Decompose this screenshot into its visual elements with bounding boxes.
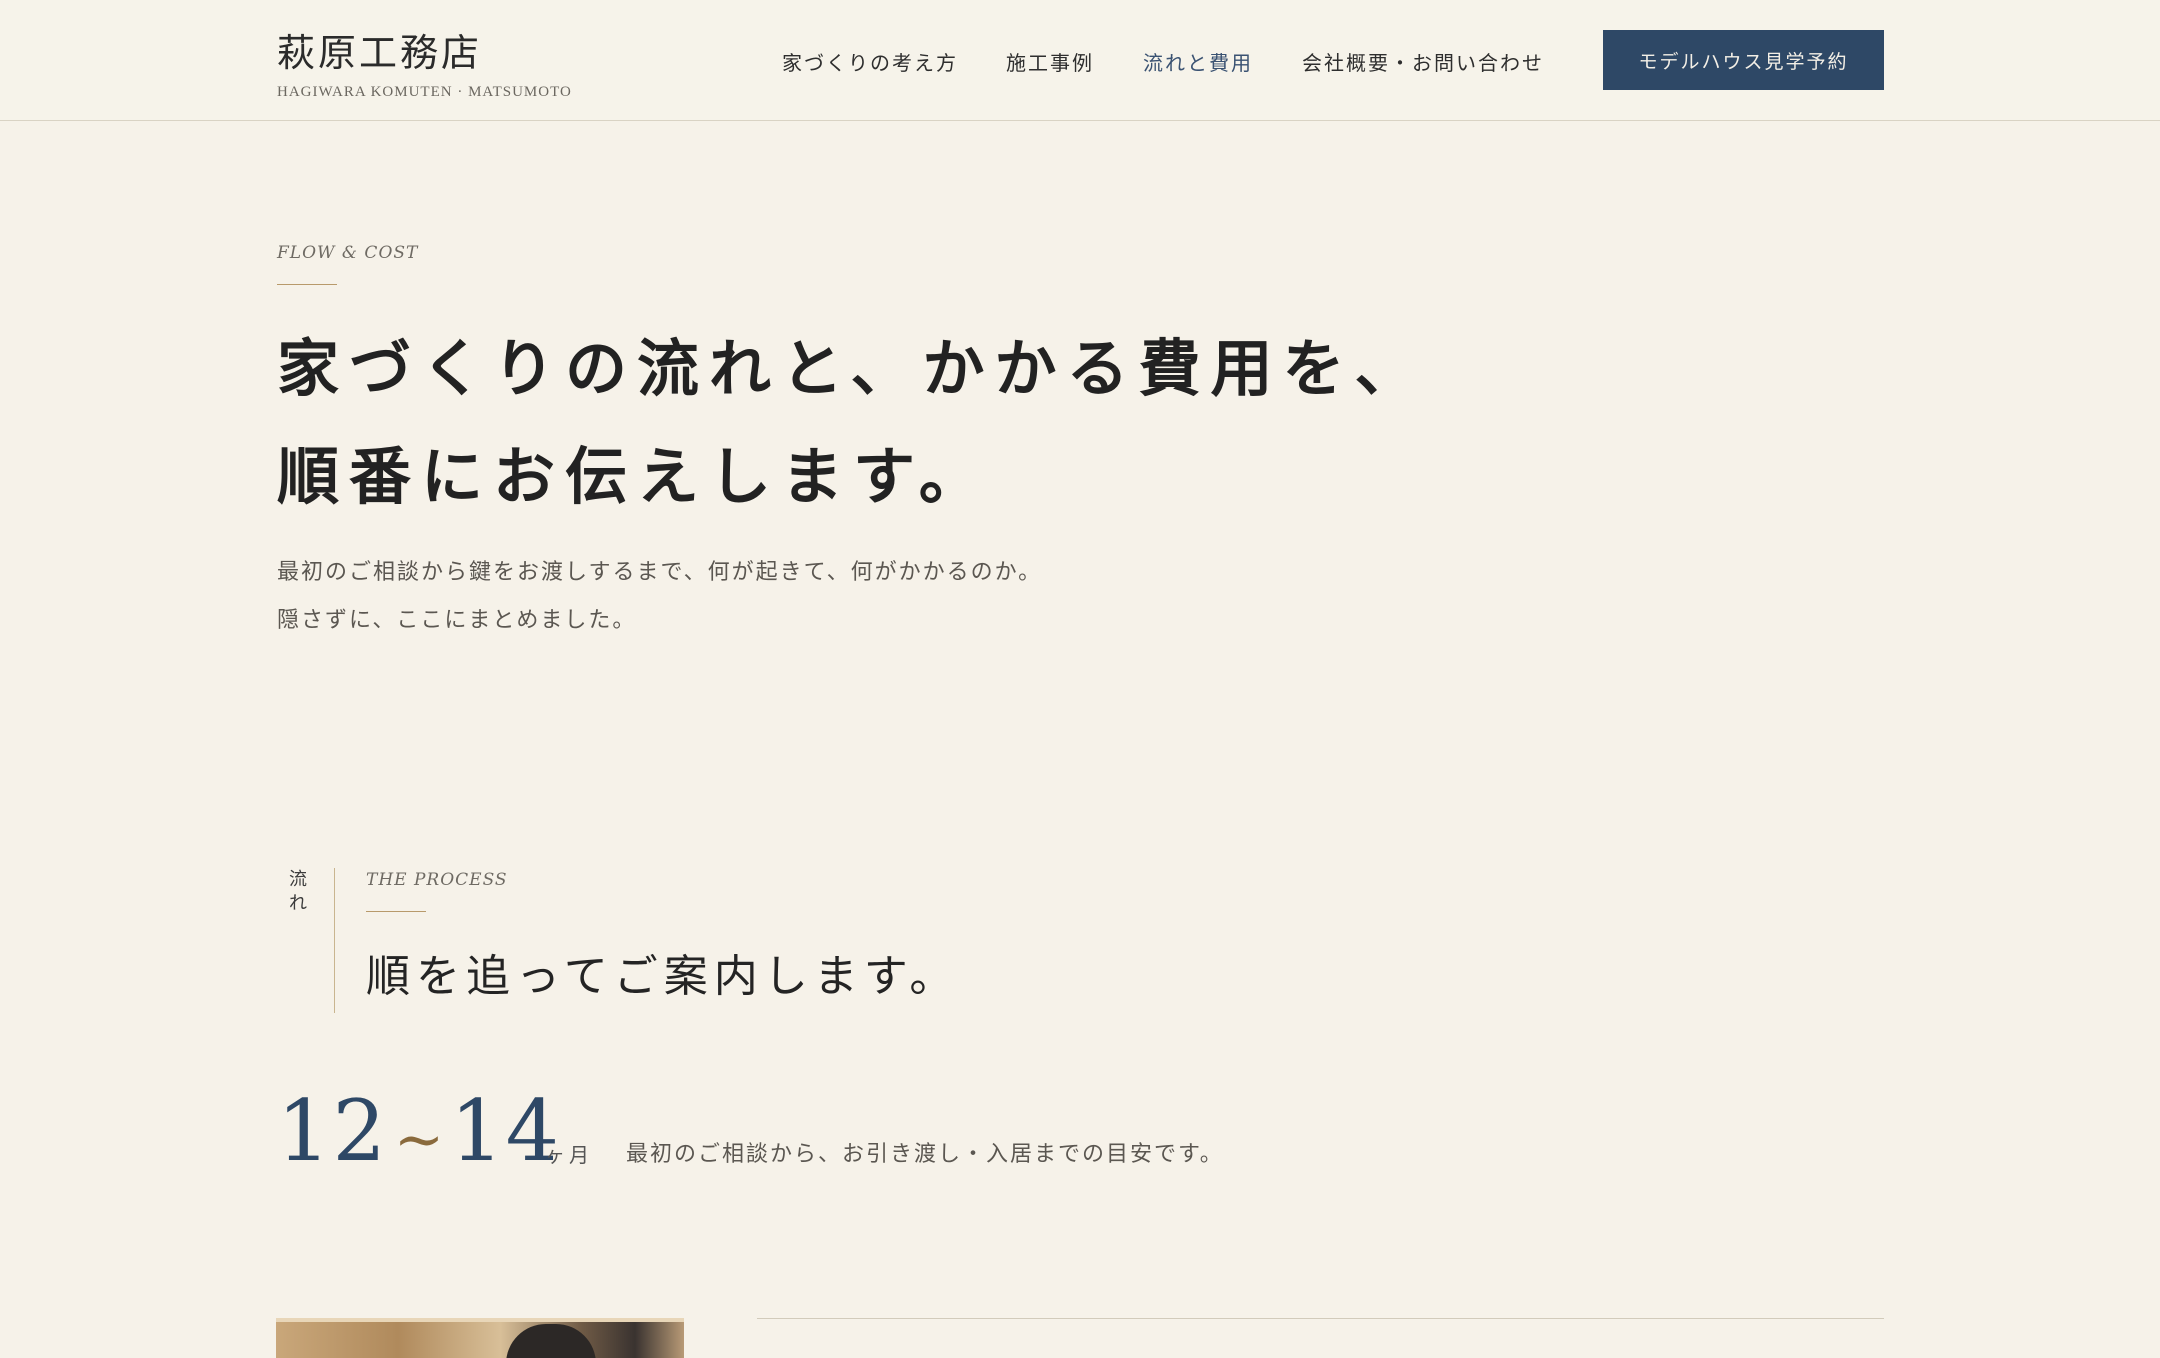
process-step-photo <box>276 1318 684 1358</box>
process-step-divider <box>757 1318 1884 1319</box>
duration-from: 12 <box>277 1082 388 1180</box>
nav-link-works[interactable]: 施工事例 <box>1006 47 1094 76</box>
nav-link-philosophy[interactable]: 家づくりの考え方 <box>782 47 958 76</box>
hero-body-line-1: 最初のご相談から鍵をお渡しするまで、何が起きて、何がかかるのか。 <box>277 560 1043 585</box>
process-side-label-char-1: 流 <box>289 869 307 890</box>
hero-eyebrow-rule <box>277 284 337 285</box>
hero-eyebrow: FLOW & COST <box>277 243 419 263</box>
process-side-label: 流 れ <box>286 868 310 916</box>
duration-range: 12 ~14 <box>277 1082 561 1180</box>
model-house-reservation-button[interactable]: モデルハウス見学予約 <box>1603 30 1884 90</box>
hero-body-line-2: 隠さずに、ここにまとめました。 <box>277 608 637 633</box>
site-header: 萩原工務店 HAGIWARA KOMUTEN · MATSUMOTO 家づくりの… <box>0 0 2160 121</box>
hero-title-line-1: 家づくりの流れと、かかる費用を、 <box>277 332 1427 405</box>
hero-title-line-2: 順番にお伝えします。 <box>277 440 991 513</box>
logo-name[interactable]: 萩原工務店 <box>277 22 482 77</box>
logo-subtitle: HAGIWARA KOMUTEN · MATSUMOTO <box>277 84 572 100</box>
process-eyebrow: THE PROCESS <box>366 870 508 890</box>
process-vertical-rule <box>334 868 335 1013</box>
process-title: 順を追ってご案内します。 <box>366 951 960 1002</box>
duration-unit: ヶ月 <box>545 1143 593 1167</box>
duration-note: 最初のご相談から、お引き渡し・入居までの目安です。 <box>626 1142 1224 1167</box>
nav-link-flow-cost[interactable]: 流れと費用 <box>1143 47 1253 76</box>
process-eyebrow-rule <box>366 911 426 912</box>
process-side-label-char-2: れ <box>289 893 307 914</box>
duration-separator: ~ <box>393 1105 445 1175</box>
nav-link-company-contact[interactable]: 会社概要・お問い合わせ <box>1302 47 1544 76</box>
